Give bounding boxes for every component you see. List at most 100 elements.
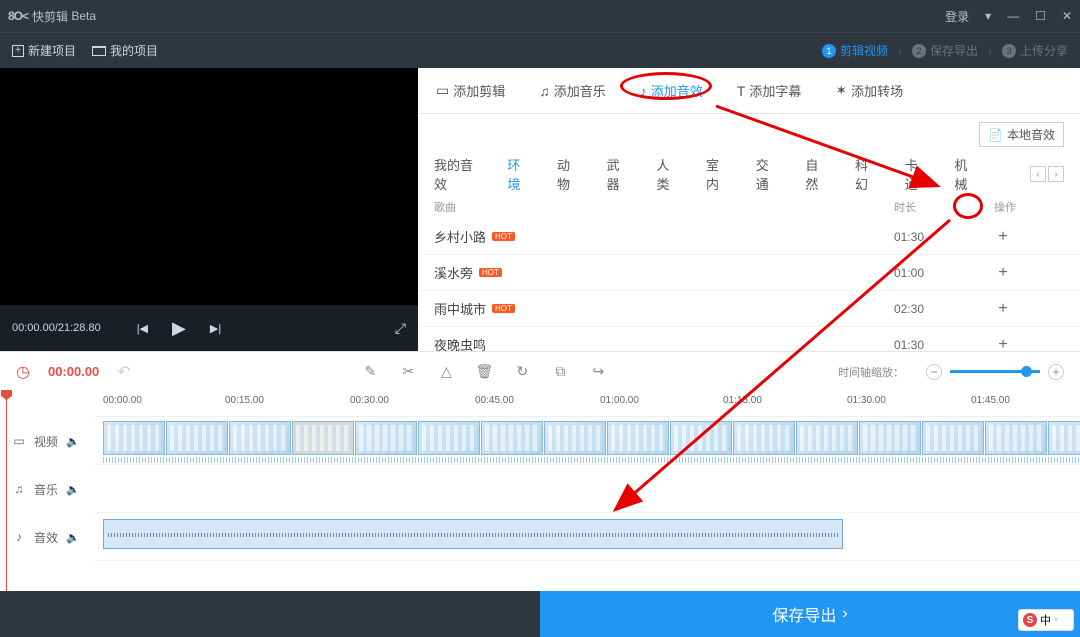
tab-add-music[interactable]: ♫添加音乐 — [539, 81, 606, 100]
app-name: 快剪辑 — [32, 8, 68, 25]
clip-icon: ▭ — [436, 82, 449, 99]
cat-next-button[interactable]: › — [1048, 166, 1064, 182]
cat-environment[interactable]: 环境 — [507, 155, 531, 193]
timeline-time: 00:00.00 — [48, 364, 99, 379]
speaker-icon[interactable]: 🔈 — [66, 483, 80, 496]
add-sfx-button[interactable]: + — [994, 228, 1012, 246]
minimize-button[interactable]: — — [1007, 9, 1019, 23]
hot-badge: HOT — [479, 268, 502, 277]
chevron-right-icon: › — [842, 605, 847, 623]
cat-scifi[interactable]: 科幻 — [855, 155, 879, 193]
playback-time: 00:00.00/21:28.80 — [12, 322, 101, 334]
step-3[interactable]: 3上传分享 — [1002, 42, 1068, 59]
dropdown-icon[interactable]: ▾ — [985, 9, 991, 23]
speaker-icon[interactable]: 🔈 — [66, 435, 80, 448]
playhead[interactable] — [6, 391, 7, 591]
add-sfx-button[interactable]: + — [994, 336, 1012, 352]
list-item[interactable]: 溪水旁HOT 01:00 + — [418, 255, 1080, 291]
transition-icon: ✶ — [835, 82, 847, 99]
cat-traffic[interactable]: 交通 — [756, 155, 780, 193]
video-icon: ▭ — [12, 434, 26, 448]
sfx-icon: ♪ — [12, 530, 26, 544]
login-link[interactable]: 登录 — [945, 8, 969, 25]
new-project-button[interactable]: + 新建项目 — [12, 42, 76, 59]
ime-indicator[interactable]: S中• — [1018, 609, 1074, 631]
cat-indoor[interactable]: 室内 — [706, 155, 730, 193]
maximize-button[interactable]: ☐ — [1035, 9, 1046, 23]
play-button[interactable]: ▶ — [172, 318, 186, 339]
zoom-out-button[interactable]: − — [926, 364, 942, 380]
sfx-list: 乡村小路HOT 01:30 + 溪水旁HOT 01:00 + 雨中城市HOT 0… — [418, 219, 1080, 351]
track-label-sfx: ♪音效🔈 — [0, 513, 95, 561]
asset-tabs: ▭添加剪辑 ♫添加音乐 ♪添加音效 T添加字幕 ✶添加转场 — [418, 68, 1080, 114]
sfx-categories: 我的音效 环境 动物 武器 人类 室内 交通 自然 科幻 卡通 机械 ‹ › — [418, 151, 1080, 193]
prev-button[interactable]: |◀ — [137, 322, 148, 335]
sfx-clip[interactable] — [103, 519, 843, 549]
toolbar: + 新建项目 我的项目 1剪辑视频 › 2保存导出 › 3上传分享 — [0, 32, 1080, 68]
undo-button[interactable]: ↶ — [117, 362, 130, 382]
music-icon: ♫ — [12, 482, 26, 496]
redo-tool[interactable]: ↪ — [588, 363, 608, 380]
save-export-button[interactable]: 保存导出› — [540, 591, 1080, 637]
step-2[interactable]: 2保存导出 — [912, 42, 978, 59]
cat-cartoon[interactable]: 卡通 — [905, 155, 929, 193]
rotate-tool[interactable]: ↻ — [512, 363, 532, 380]
hot-badge: HOT — [492, 304, 515, 313]
tab-add-subtitle[interactable]: T添加字幕 — [737, 81, 802, 100]
cut-tool[interactable]: ✂ — [398, 363, 418, 380]
file-icon: 📄 — [988, 128, 1003, 142]
track-video[interactable] — [95, 417, 1080, 465]
delete-tool[interactable]: 🗑 — [474, 363, 494, 380]
cat-my-sfx[interactable]: 我的音效 — [434, 155, 481, 193]
track-sfx[interactable] — [95, 513, 1080, 561]
next-button[interactable]: ▶| — [210, 322, 221, 335]
add-sfx-button[interactable]: + — [994, 300, 1012, 318]
list-item[interactable]: 夜晚虫鸣 01:30 + — [418, 327, 1080, 351]
track-label-music: ♫音乐🔈 — [0, 465, 95, 513]
bottom-bar: 保存导出› — [0, 591, 1080, 637]
tab-add-transition[interactable]: ✶添加转场 — [835, 81, 903, 100]
speaker-icon[interactable]: 🔈 — [66, 531, 80, 544]
list-item[interactable]: 乡村小路HOT 01:30 + — [418, 219, 1080, 255]
track-music[interactable] — [95, 465, 1080, 513]
cat-human[interactable]: 人类 — [656, 155, 680, 193]
fullscreen-button[interactable]: ⤢ — [395, 320, 406, 337]
zoom-label: 时间轴缩放： — [838, 364, 904, 380]
video-preview: 00:00.00/21:28.80 |◀ ▶ ▶| ⤢ — [0, 68, 418, 351]
track-label-video: ▭视频🔈 — [0, 417, 95, 465]
tab-add-sfx[interactable]: ♪添加音效 — [640, 81, 703, 100]
video-canvas[interactable] — [0, 68, 418, 305]
cat-weapon[interactable]: 武器 — [607, 155, 631, 193]
steps: 1剪辑视频 › 2保存导出 › 3上传分享 — [822, 42, 1068, 59]
close-button[interactable]: ✕ — [1062, 9, 1072, 23]
cat-animal[interactable]: 动物 — [557, 155, 581, 193]
cat-prev-button[interactable]: ‹ — [1030, 166, 1046, 182]
app-badge: Beta — [71, 9, 96, 23]
cat-mechanical[interactable]: 机械 — [954, 155, 978, 193]
sfx-icon: ♪ — [640, 83, 647, 99]
plus-icon: + — [12, 45, 24, 57]
add-sfx-button[interactable]: + — [994, 264, 1012, 282]
sfx-list-header: 歌曲 时长 操作 — [418, 193, 1080, 219]
list-item[interactable]: 雨中城市HOT 02:30 + — [418, 291, 1080, 327]
text-icon: T — [737, 83, 746, 99]
music-icon: ♫ — [539, 83, 550, 99]
folder-icon — [92, 46, 106, 56]
app-logo: 8O< — [8, 9, 28, 23]
local-sfx-button[interactable]: 📄本地音效 — [979, 122, 1064, 147]
timeline-toolbar: ◷ 00:00.00 ↶ ✎ ✂ △ 🗑 ↻ ⧉ ↪ 时间轴缩放： − + — [0, 351, 1080, 391]
marker-tool[interactable]: △ — [436, 363, 456, 380]
zoom-in-button[interactable]: + — [1048, 364, 1064, 380]
clock-icon: ◷ — [16, 362, 30, 382]
step-1[interactable]: 1剪辑视频 — [822, 42, 888, 59]
cat-nature[interactable]: 自然 — [805, 155, 829, 193]
edit-tool[interactable]: ✎ — [360, 363, 380, 380]
timeline-ruler[interactable]: 00:00.00 00:15.00 00:30.00 00:45.00 01:0… — [95, 391, 1080, 417]
timeline: ▭视频🔈 ♫音乐🔈 ♪音效🔈 00:00.00 00:15.00 00:30.0… — [0, 391, 1080, 591]
zoom-slider[interactable] — [950, 370, 1040, 373]
my-projects-button[interactable]: 我的项目 — [92, 42, 158, 59]
hot-badge: HOT — [492, 232, 515, 241]
tab-add-clip[interactable]: ▭添加剪辑 — [436, 81, 505, 100]
titlebar: 8O< 快剪辑 Beta 登录 ▾ — ☐ ✕ — [0, 0, 1080, 32]
copy-tool[interactable]: ⧉ — [550, 363, 570, 380]
